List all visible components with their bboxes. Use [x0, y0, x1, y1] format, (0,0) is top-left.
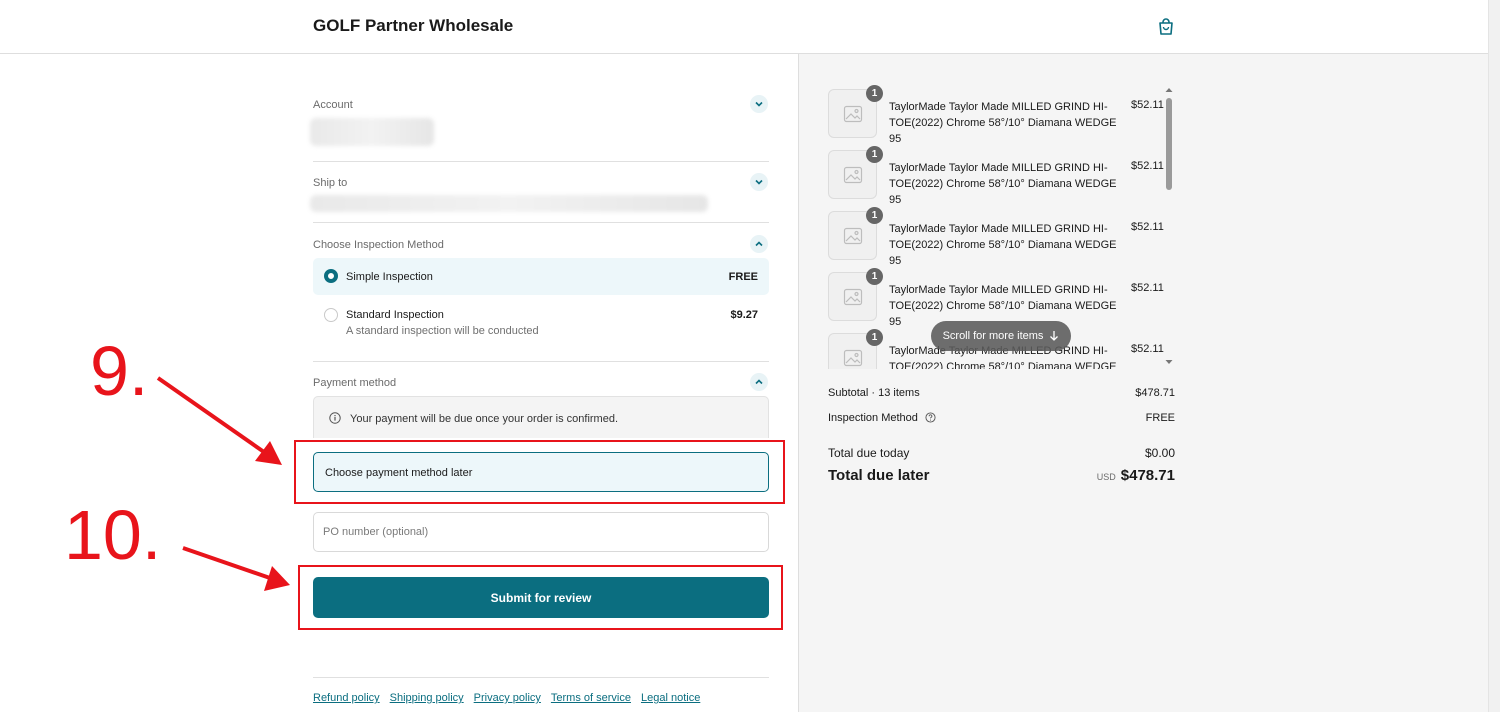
item-price: $52.11: [1131, 99, 1164, 111]
order-item: 1 TaylorMade Taylor Made MILLED GRIND HI…: [826, 268, 1166, 328]
annotation-step-10: 10.: [64, 496, 162, 574]
standard-inspection-radio[interactable]: [324, 308, 338, 322]
scroll-hint-text: Scroll for more items: [942, 330, 1044, 342]
quantity-badge: 1: [866, 329, 883, 346]
image-placeholder-icon: [843, 166, 863, 184]
annotation-highlight-payment-later: [294, 440, 785, 504]
item-name: TaylorMade Taylor Made MILLED GRIND HI-T…: [889, 101, 1117, 145]
option-price: FREE: [728, 271, 758, 283]
divider: [313, 222, 769, 223]
due-later-row: Total due later USD $478.71: [828, 467, 1175, 484]
scroll-up-arrow-icon[interactable]: [1165, 86, 1173, 94]
quantity-badge: 1: [866, 146, 883, 163]
due-today-value: $0.00: [1144, 446, 1175, 460]
image-placeholder-icon: [843, 349, 863, 367]
option-subtitle: A standard inspection will be conducted: [346, 325, 539, 337]
account-toggle[interactable]: [750, 95, 768, 113]
page-scrollbar[interactable]: [1488, 0, 1500, 712]
scroll-down-arrow-icon[interactable]: [1165, 358, 1173, 366]
due-later-value: $478.71: [1120, 467, 1175, 484]
privacy-policy-link[interactable]: Privacy policy: [474, 692, 541, 704]
shopping-bag-icon[interactable]: [1156, 17, 1176, 37]
image-placeholder-icon: [843, 227, 863, 245]
arrow-down-icon: [1050, 331, 1059, 341]
quantity-badge: 1: [866, 207, 883, 224]
due-today-row: Total due today $0.00: [828, 446, 1175, 460]
chevron-down-icon: [755, 179, 763, 185]
divider: [313, 361, 769, 362]
chevron-down-icon: [755, 101, 763, 107]
item-price: $52.11: [1131, 343, 1164, 355]
currency-code: USD: [1096, 472, 1116, 482]
inspection-method-value: FREE: [1145, 412, 1175, 424]
subtotal-row: Subtotal · 13 items $478.71: [828, 387, 1175, 399]
item-price: $52.11: [1131, 160, 1164, 172]
header: GOLF Partner Wholesale: [0, 0, 1488, 54]
annotation-step-9: 9.: [90, 332, 149, 410]
help-icon[interactable]: [925, 412, 936, 423]
subtotal-value: $478.71: [1135, 387, 1175, 399]
scrollbar-thumb[interactable]: [1166, 98, 1172, 190]
simple-inspection-radio[interactable]: [324, 269, 338, 283]
payment-label: Payment method: [313, 377, 397, 389]
payment-toggle[interactable]: [750, 373, 768, 391]
payment-notice: Your payment will be due once your order…: [313, 396, 769, 438]
refund-policy-link[interactable]: Refund policy: [313, 692, 380, 704]
image-placeholder-icon: [843, 105, 863, 123]
order-item: 1 TaylorMade Taylor Made MILLED GRIND HI…: [826, 146, 1166, 206]
account-value-redacted: [310, 118, 434, 146]
annotation-arrow-9: [156, 376, 282, 465]
items-scrollbar[interactable]: [1165, 86, 1173, 368]
option-title: Standard Inspection: [346, 309, 444, 321]
inspection-row: Inspection Method FREE: [828, 412, 1175, 424]
annotation-arrow-10: [182, 546, 290, 591]
simple-inspection-option[interactable]: Simple Inspection FREE: [313, 258, 769, 295]
due-later-amount: USD $478.71: [1097, 467, 1175, 484]
due-later-label: Total due later: [828, 467, 930, 484]
info-icon: [329, 412, 341, 424]
annotation-highlight-submit: [298, 565, 783, 630]
ship-to-value-redacted: [310, 195, 708, 212]
terms-of-service-link[interactable]: Terms of service: [551, 692, 631, 704]
inspection-method-label: Inspection Method: [828, 412, 918, 424]
subtotal-label: Subtotal · 13 items: [828, 387, 920, 399]
quantity-badge: 1: [866, 85, 883, 102]
shipping-policy-link[interactable]: Shipping policy: [390, 692, 464, 704]
item-price: $52.11: [1131, 282, 1164, 294]
inspection-toggle[interactable]: [750, 235, 768, 253]
store-brand[interactable]: GOLF Partner Wholesale: [313, 16, 513, 36]
account-label: Account: [313, 99, 353, 111]
item-name: TaylorMade Taylor Made MILLED GRIND HI-T…: [889, 223, 1117, 267]
option-title: Simple Inspection: [346, 271, 433, 283]
legal-notice-link[interactable]: Legal notice: [641, 692, 700, 704]
image-placeholder-icon: [843, 288, 863, 306]
payment-notice-text: Your payment will be due once your order…: [350, 413, 619, 425]
inspection-label: Choose Inspection Method: [313, 239, 444, 251]
due-today-label: Total due today: [828, 446, 910, 460]
po-number-input[interactable]: [313, 512, 769, 552]
quantity-badge: 1: [866, 268, 883, 285]
option-price: $9.27: [730, 309, 758, 321]
divider: [313, 677, 769, 678]
ship-to-label: Ship to: [313, 177, 348, 189]
chevron-up-icon: [755, 241, 763, 247]
order-item: 1 TaylorMade Taylor Made MILLED GRIND HI…: [826, 85, 1166, 145]
chevron-up-icon: [755, 379, 763, 385]
ship-to-toggle[interactable]: [750, 173, 768, 191]
item-price: $52.11: [1131, 221, 1164, 233]
scroll-for-more-button[interactable]: Scroll for more items: [931, 321, 1071, 351]
divider: [313, 161, 769, 162]
item-name: TaylorMade Taylor Made MILLED GRIND HI-T…: [889, 162, 1117, 206]
standard-inspection-option[interactable]: Standard Inspection A standard inspectio…: [313, 298, 769, 344]
order-item: 1 TaylorMade Taylor Made MILLED GRIND HI…: [826, 207, 1166, 267]
footer-links: Refund policy Shipping policy Privacy po…: [313, 692, 700, 704]
